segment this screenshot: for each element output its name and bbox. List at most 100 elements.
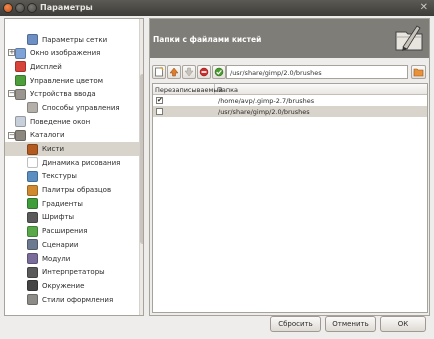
panel-title: Папки с файлами кистей xyxy=(153,35,262,44)
tree-item[interactable]: Интерпретаторы xyxy=(5,265,143,279)
delete-button[interactable] xyxy=(197,65,211,79)
tree-item-label: Градиенты xyxy=(42,199,83,208)
tree-item[interactable] xyxy=(5,19,143,33)
dynamics-icon xyxy=(27,157,38,169)
title-bar: Параметры ✕ xyxy=(0,0,434,16)
tree-item[interactable]: Сценарии xyxy=(5,238,143,252)
display-icon xyxy=(15,61,26,73)
tree-item-label: Устройства ввода xyxy=(30,90,96,99)
brushes-icon xyxy=(27,143,38,155)
check-icon xyxy=(214,67,224,77)
interpreters-icon xyxy=(27,266,38,278)
collapse-icon[interactable]: − xyxy=(8,131,15,139)
browse-folder-button[interactable] xyxy=(411,65,426,79)
tree-item[interactable]: Динамика рисования xyxy=(5,156,143,170)
window-title: Параметры xyxy=(40,3,93,12)
tree-item-label: Каталоги xyxy=(30,131,65,140)
image-window-icon xyxy=(15,47,26,59)
tree-item-label: Сценарии xyxy=(42,240,79,249)
writable-checkbox[interactable]: ✔ xyxy=(156,97,163,104)
tree-item[interactable]: Палитры образцов xyxy=(5,183,143,197)
brush-folder-icon xyxy=(395,25,423,51)
scripts-icon xyxy=(27,239,38,251)
table-row[interactable]: ✔ /home/avp/.gimp-2.7/brushes xyxy=(153,95,427,106)
tree-item[interactable]: Параметры сетки xyxy=(5,33,143,47)
themes-icon xyxy=(27,294,38,306)
column-writable[interactable]: Перезаписываемый xyxy=(153,84,223,94)
tree-item-label: Стили оформления xyxy=(42,295,114,304)
plugins-icon xyxy=(27,225,38,237)
patterns-icon xyxy=(27,170,38,182)
table-row[interactable]: /usr/share/gimp/2.0/brushes xyxy=(153,106,427,117)
tree-item-label: Интерпретаторы xyxy=(42,268,105,277)
tree-item-label: Управление цветом xyxy=(30,76,103,85)
tree-scrollbar-thumb[interactable] xyxy=(140,74,143,244)
tree-item[interactable]: Кисти xyxy=(5,142,143,156)
close-window-button[interactable] xyxy=(3,3,13,13)
tree-item-label: Палитры образцов xyxy=(42,186,112,195)
tree-item[interactable]: Поведение окон xyxy=(5,115,143,129)
tree-item-label: Параметры сетки xyxy=(42,35,108,44)
tree-item[interactable]: Управление цветом xyxy=(5,74,143,88)
tree-item-label: Способы управления xyxy=(42,103,120,112)
tree-item[interactable]: + Окно изображения xyxy=(5,46,143,60)
maximize-window-button[interactable] xyxy=(27,3,37,13)
tree-item[interactable]: − Устройства ввода xyxy=(5,87,143,101)
tree-scrollbar[interactable] xyxy=(139,19,143,315)
folder-toolbar xyxy=(152,65,226,79)
open-folder-icon xyxy=(413,68,424,77)
input-devices-icon xyxy=(15,88,26,100)
tree-item[interactable]: Способы управления xyxy=(5,101,143,115)
tree-item-label: Модули xyxy=(42,254,71,263)
tree-item-label: Окно изображения xyxy=(30,49,101,58)
window-management-icon xyxy=(15,116,26,128)
minimize-window-button[interactable] xyxy=(15,3,25,13)
new-folder-icon xyxy=(155,67,164,77)
folder-path-input[interactable]: /usr/share/gimp/2.0/brushes xyxy=(226,65,408,79)
color-management-icon xyxy=(15,75,26,87)
reset-button[interactable]: Сбросить xyxy=(270,316,321,332)
panel-header: Папки с файлами кистей xyxy=(150,19,429,58)
modules-icon xyxy=(27,253,38,265)
grid-icon xyxy=(27,34,38,46)
ok-button[interactable]: ОК xyxy=(380,316,426,332)
window-controls xyxy=(3,3,37,13)
tree-item[interactable]: Шрифты xyxy=(5,211,143,225)
expand-icon[interactable]: + xyxy=(8,49,15,57)
environment-icon xyxy=(27,280,38,292)
move-up-icon xyxy=(169,67,179,77)
folder-path-cell: /usr/share/gimp/2.0/brushes xyxy=(218,107,310,116)
palettes-icon xyxy=(27,184,38,196)
tree-item[interactable]: Расширения xyxy=(5,224,143,238)
tree-item-label: Дисплей xyxy=(30,62,62,71)
close-icon[interactable]: ✕ xyxy=(420,2,428,13)
tree-item-label: Окружение xyxy=(42,281,85,290)
tree-item[interactable]: Окружение xyxy=(5,279,143,293)
tree-item[interactable] xyxy=(5,306,143,315)
move-down-icon xyxy=(184,67,194,77)
folder-list[interactable]: Перезаписываемый Папка ✔ /home/avp/.gimp… xyxy=(152,83,428,313)
tree-item-label: Шрифты xyxy=(42,213,75,222)
tree-item[interactable]: − Каталоги xyxy=(5,129,143,143)
tree-item-label: Динамика рисования xyxy=(42,158,121,167)
folder-path-cell: /home/avp/.gimp-2.7/brushes xyxy=(218,96,315,105)
collapse-icon[interactable]: − xyxy=(8,90,15,98)
writable-checkbox[interactable] xyxy=(156,108,163,115)
tree-item-label: Кисти xyxy=(42,145,64,154)
tree-item[interactable]: Градиенты xyxy=(5,197,143,211)
fonts-icon xyxy=(27,211,38,223)
tree-item[interactable]: Стили оформления xyxy=(5,293,143,307)
cancel-button[interactable]: Отменить xyxy=(325,316,376,332)
column-folder[interactable]: Папка xyxy=(215,84,427,94)
tree-item[interactable]: Модули xyxy=(5,252,143,266)
preferences-dialog: Параметры сетки + Окно изображения Дисплей У… xyxy=(0,16,434,339)
move-down-button[interactable] xyxy=(182,65,196,79)
folder-list-header: Перезаписываемый Папка xyxy=(153,84,427,95)
category-tree[interactable]: Параметры сетки + Окно изображения Дисплей У… xyxy=(4,18,144,316)
tree-item[interactable]: Текстуры xyxy=(5,170,143,184)
gradients-icon xyxy=(27,198,38,210)
tree-item[interactable]: Дисплей xyxy=(5,60,143,74)
move-up-button[interactable] xyxy=(167,65,181,79)
select-folder-button[interactable] xyxy=(212,65,226,79)
new-folder-button[interactable] xyxy=(152,65,166,79)
